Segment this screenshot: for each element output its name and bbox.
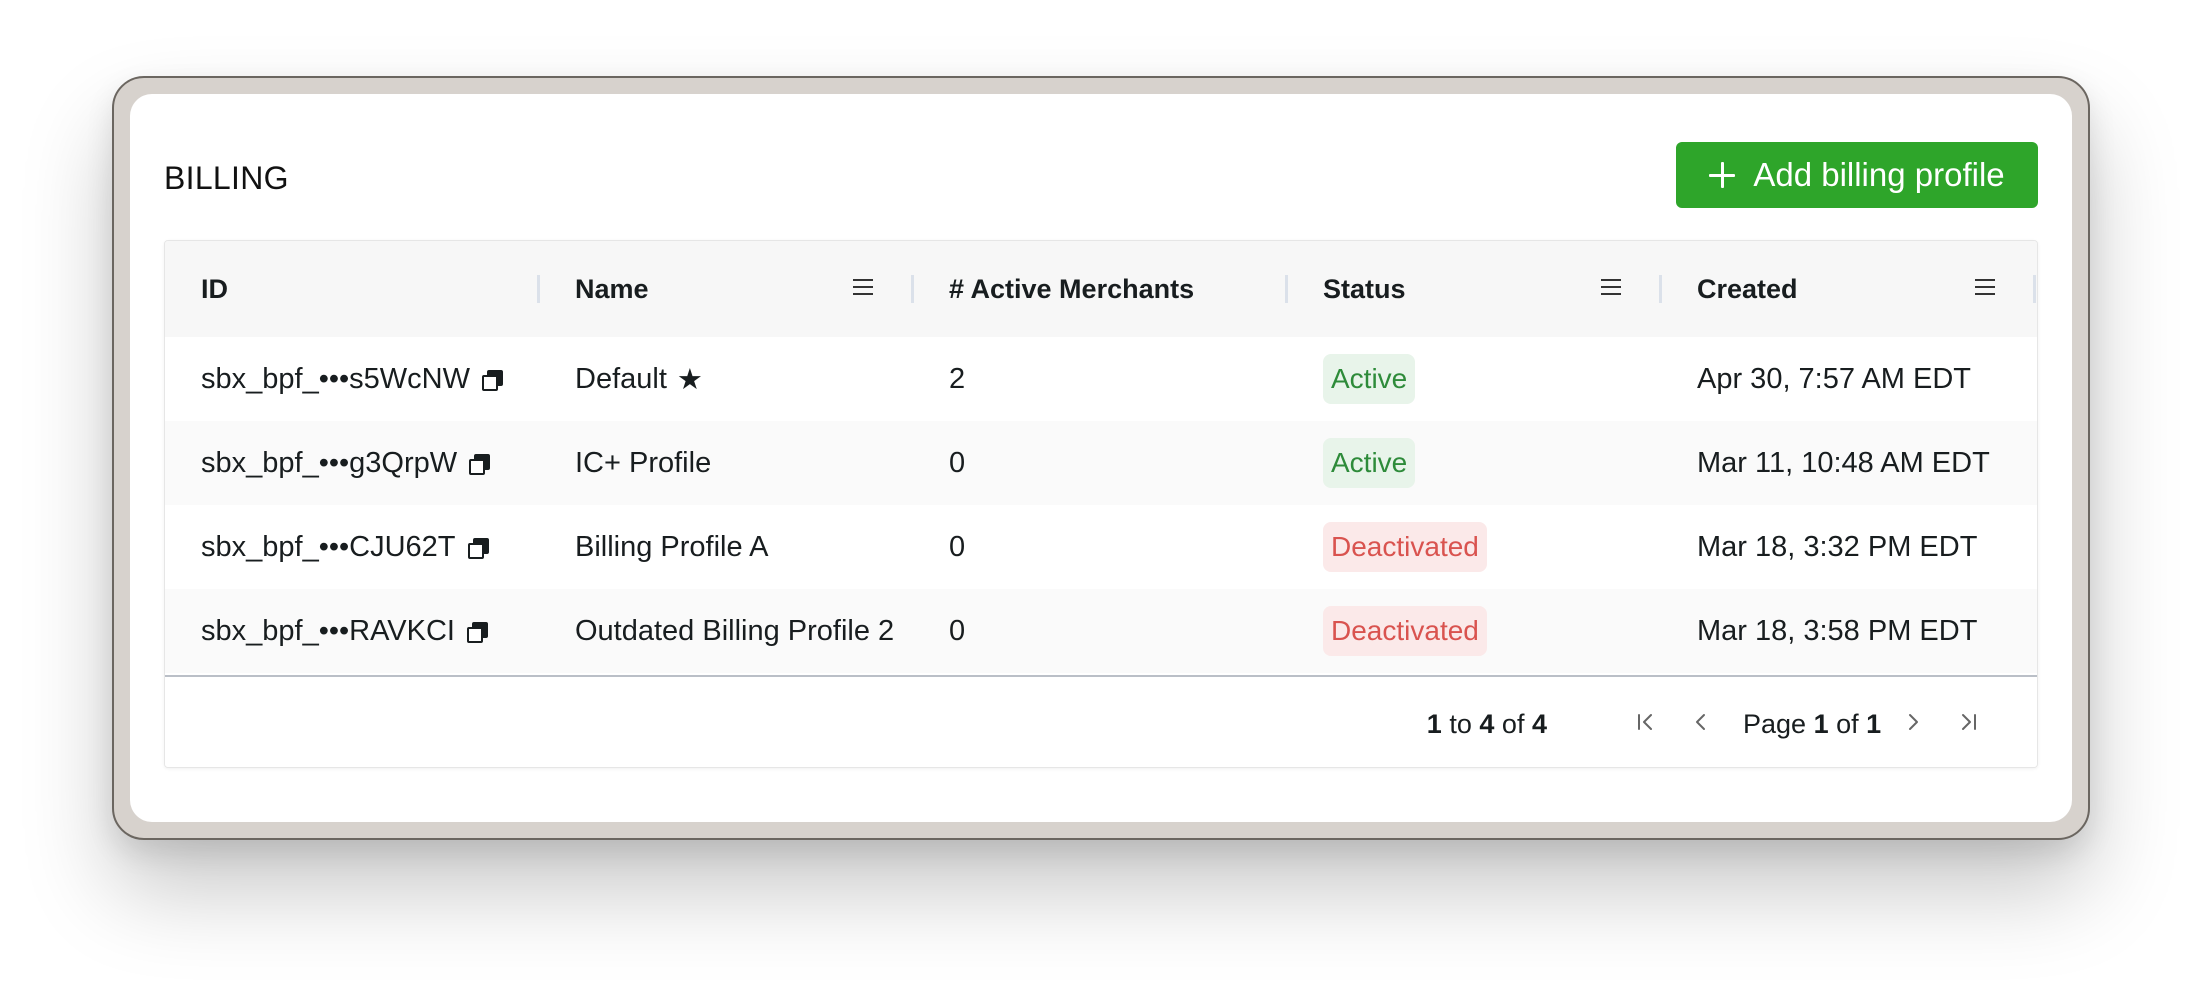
table-header: ID Name # Active Merchants Status Create… bbox=[165, 241, 2037, 337]
name-cell: IC+ Profile bbox=[575, 421, 913, 505]
column-header-label: # Active Merchants bbox=[949, 273, 1195, 304]
name-cell: Default ★ bbox=[575, 337, 913, 421]
billing-profiles-table: ID Name # Active Merchants Status Create… bbox=[164, 240, 2038, 768]
next-page-icon[interactable] bbox=[1901, 707, 1925, 737]
total-pages: 1 bbox=[1866, 709, 1882, 739]
page-label: Page bbox=[1743, 709, 1807, 739]
billing-profile-id: sbx_bpf_•••g3QrpW bbox=[201, 446, 458, 479]
previous-page-icon[interactable] bbox=[1689, 707, 1713, 737]
created-cell: Mar 11, 10:48 AM EDT bbox=[1697, 421, 2035, 505]
name-cell: Billing Profile A bbox=[575, 505, 913, 589]
status-badge: Active bbox=[1323, 354, 1416, 404]
billing-profile-name: Billing Profile A bbox=[575, 530, 769, 563]
page-indicator: Page 1 of 1 bbox=[1743, 709, 1881, 740]
active-merchants-count: 0 bbox=[949, 614, 966, 647]
created-cell: Apr 30, 7:57 AM EDT bbox=[1697, 337, 2035, 421]
row-count-summary: 1 to 4 of 4 bbox=[1427, 709, 1547, 740]
billing-profile-name: Outdated Billing Profile 2 bbox=[575, 614, 895, 647]
created-timestamp: Mar 18, 3:32 PM EDT bbox=[1697, 530, 1978, 563]
add-billing-profile-label: Add billing profile bbox=[1753, 156, 2005, 193]
column-header-label: Created bbox=[1697, 273, 1798, 304]
column-resize-handle[interactable] bbox=[2033, 275, 2036, 303]
row-total: 4 bbox=[1531, 709, 1547, 739]
created-cell: Mar 18, 3:32 PM EDT bbox=[1697, 505, 2035, 589]
copy-icon[interactable] bbox=[469, 454, 491, 475]
billing-card: BILLING Add billing profile ID Name # Ac… bbox=[130, 94, 2072, 822]
copy-icon[interactable] bbox=[466, 622, 488, 643]
active-merchants-cell: 2 bbox=[949, 337, 1287, 421]
header: BILLING Add billing profile bbox=[164, 142, 2038, 208]
column-resize-handle[interactable] bbox=[1659, 275, 1662, 303]
row-range-end: 4 bbox=[1479, 709, 1495, 739]
active-merchants-cell: 0 bbox=[949, 421, 1287, 505]
table-row[interactable]: sbx_bpf_•••CJU62T Billing Profile A 0 De… bbox=[165, 505, 2037, 589]
status-cell: Active bbox=[1323, 337, 1661, 421]
column-header-status[interactable]: Status bbox=[1323, 241, 1661, 337]
star-icon: ★ bbox=[676, 363, 703, 396]
id-cell: sbx_bpf_•••s5WcNW bbox=[201, 337, 539, 421]
active-merchants-count: 2 bbox=[949, 362, 966, 395]
created-cell: Mar 18, 3:58 PM EDT bbox=[1697, 589, 2035, 673]
copy-icon[interactable] bbox=[467, 538, 489, 559]
current-page: 1 bbox=[1813, 709, 1829, 739]
column-header-label: Status bbox=[1323, 273, 1406, 304]
menu-icon[interactable] bbox=[1601, 279, 1621, 295]
column-header-active-merchants[interactable]: # Active Merchants bbox=[949, 241, 1287, 337]
active-merchants-count: 0 bbox=[949, 530, 966, 563]
column-resize-handle[interactable] bbox=[911, 275, 914, 303]
active-merchants-cell: 0 bbox=[949, 505, 1287, 589]
column-resize-handle[interactable] bbox=[537, 275, 540, 303]
id-cell: sbx_bpf_•••RAVKCI bbox=[201, 589, 539, 673]
status-badge: Deactivated bbox=[1323, 522, 1487, 572]
column-header-label: Name bbox=[575, 273, 649, 304]
table-row[interactable]: sbx_bpf_•••RAVKCI Outdated Billing Profi… bbox=[165, 589, 2037, 673]
status-cell: Active bbox=[1323, 421, 1661, 505]
created-timestamp: Mar 18, 3:58 PM EDT bbox=[1697, 614, 1978, 647]
active-merchants-count: 0 bbox=[949, 446, 966, 479]
menu-icon[interactable] bbox=[853, 279, 873, 295]
billing-profile-id: sbx_bpf_•••CJU62T bbox=[201, 530, 456, 563]
pagination-bar: 1 to 4 of 4 Page 1 of 1 bbox=[165, 675, 2037, 767]
page-of-label: of bbox=[1836, 709, 1859, 739]
created-timestamp: Mar 11, 10:48 AM EDT bbox=[1697, 446, 1990, 479]
active-merchants-cell: 0 bbox=[949, 589, 1287, 673]
column-header-id[interactable]: ID bbox=[201, 241, 539, 337]
row-range-of-label: of bbox=[1501, 709, 1525, 739]
billing-profile-name: IC+ Profile bbox=[575, 446, 712, 479]
menu-icon[interactable] bbox=[1975, 279, 1995, 295]
status-cell: Deactivated bbox=[1323, 589, 1661, 673]
column-header-created[interactable]: Created bbox=[1697, 241, 2035, 337]
status-badge: Deactivated bbox=[1323, 606, 1487, 656]
last-page-icon[interactable] bbox=[1957, 707, 1981, 737]
table-row[interactable]: sbx_bpf_•••g3QrpW IC+ Profile 0 Active M… bbox=[165, 421, 2037, 505]
column-header-label: ID bbox=[201, 273, 228, 304]
billing-profile-id: sbx_bpf_•••RAVKCI bbox=[201, 614, 455, 647]
column-resize-handle[interactable] bbox=[1285, 275, 1288, 303]
row-range-start: 1 bbox=[1426, 709, 1442, 739]
name-cell: Outdated Billing Profile 2 bbox=[575, 589, 913, 673]
id-cell: sbx_bpf_•••g3QrpW bbox=[201, 421, 539, 505]
add-billing-profile-button[interactable]: Add billing profile bbox=[1676, 142, 2038, 208]
status-badge: Active bbox=[1323, 438, 1416, 488]
row-range-to-label: to bbox=[1449, 709, 1472, 739]
id-cell: sbx_bpf_•••CJU62T bbox=[201, 505, 539, 589]
plus-icon bbox=[1709, 162, 1736, 188]
table-row[interactable]: sbx_bpf_•••s5WcNW Default ★ 2 Active Apr… bbox=[165, 337, 2037, 421]
page-title: BILLING bbox=[164, 160, 289, 196]
billing-profile-id: sbx_bpf_•••s5WcNW bbox=[201, 362, 470, 395]
first-page-icon[interactable] bbox=[1633, 707, 1657, 737]
status-cell: Deactivated bbox=[1323, 505, 1661, 589]
created-timestamp: Apr 30, 7:57 AM EDT bbox=[1697, 362, 1972, 395]
billing-profile-name: Default bbox=[575, 362, 667, 395]
copy-icon[interactable] bbox=[481, 370, 503, 391]
column-header-name[interactable]: Name bbox=[575, 241, 913, 337]
